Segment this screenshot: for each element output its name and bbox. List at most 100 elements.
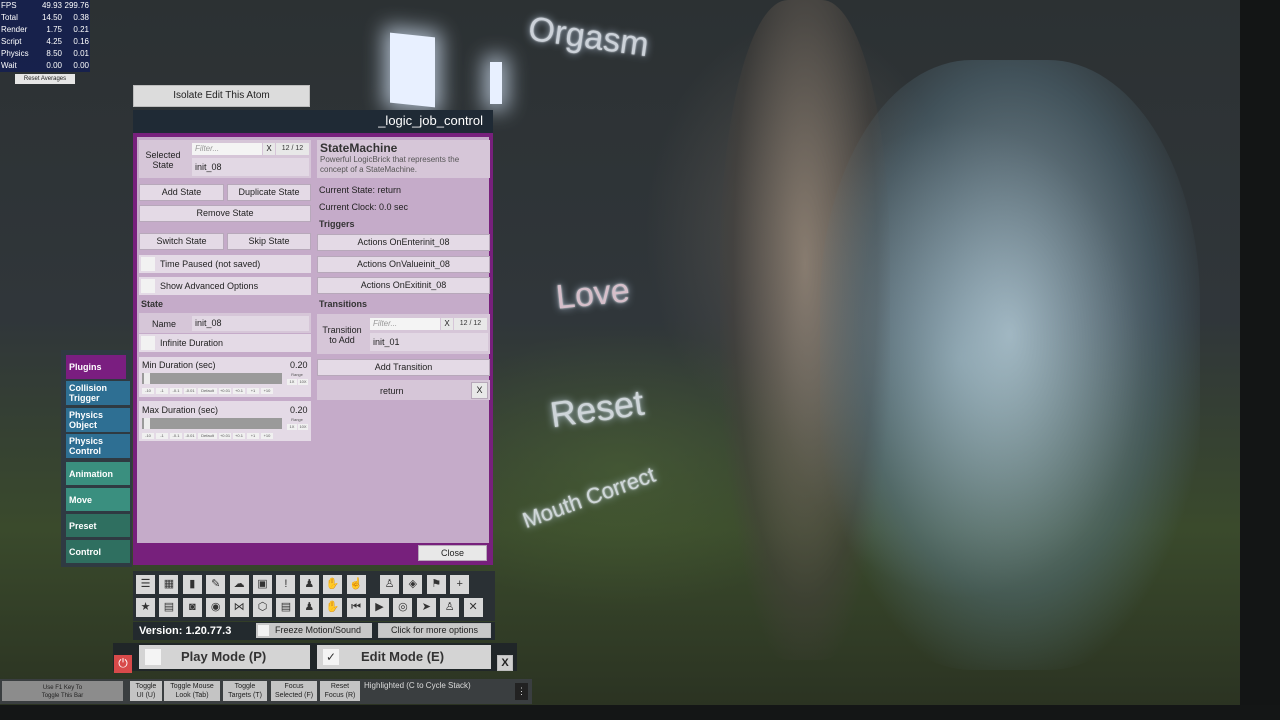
checkbox[interactable] <box>141 336 155 350</box>
slider-step-button[interactable]: +0.1 <box>233 388 245 394</box>
range-multiplier-button[interactable]: 1X <box>287 424 297 430</box>
slider-step-button[interactable]: +0.01 <box>219 433 231 439</box>
focus-selected-button[interactable]: Focus Selected (F) <box>271 681 317 701</box>
remove-transition-button[interactable]: X <box>471 382 488 399</box>
person-settings-icon[interactable]: ♟ <box>299 598 319 617</box>
user-icon[interactable]: ♙ <box>380 575 399 594</box>
package-icon[interactable]: ⬡ <box>253 598 272 617</box>
close-ui-button[interactable]: X <box>497 655 513 671</box>
checkbox[interactable] <box>258 625 269 636</box>
checkbox[interactable]: ✓ <box>323 649 339 665</box>
document-icon[interactable]: ▤ <box>276 598 296 617</box>
unity-icon[interactable]: ◈ <box>403 575 423 594</box>
slider-step-button[interactable]: +10 <box>261 433 273 439</box>
screenshot-icon[interactable]: ◙ <box>182 598 202 617</box>
info-icon[interactable]: ! <box>276 575 296 594</box>
tools-icon[interactable]: ✕ <box>463 598 483 617</box>
state-filter-input[interactable]: Filter... <box>192 143 262 155</box>
slider-step-button[interactable]: +0.01 <box>219 388 231 394</box>
delete-icon[interactable]: ✎ <box>206 575 226 594</box>
add-state-button[interactable]: Add State <box>139 184 224 201</box>
scene-icon[interactable]: ▦ <box>159 575 179 594</box>
time-paused-toggle[interactable]: Time Paused (not saved) <box>139 255 311 273</box>
slider-step-button[interactable]: +1 <box>247 388 259 394</box>
freeze-motion-toggle[interactable]: Freeze Motion/Sound <box>256 623 372 638</box>
range-multiplier-button[interactable]: 10X <box>298 424 308 430</box>
cloud-icon[interactable]: ☁ <box>229 575 249 594</box>
person-icon[interactable]: ♟ <box>299 575 319 594</box>
transition-filter-clear-button[interactable]: X <box>441 318 453 330</box>
selected-state-dropdown[interactable]: init_08 <box>192 158 309 176</box>
actions-onvalue-button[interactable]: Actions OnValueinit_08 <box>317 256 490 273</box>
tab-control[interactable]: Control <box>66 540 130 563</box>
box-icon[interactable]: ▣ <box>253 575 272 594</box>
play-mode-button[interactable]: Play Mode (P) <box>139 645 310 669</box>
folder-icon[interactable]: ▮ <box>182 575 202 594</box>
camera-icon[interactable]: ◉ <box>206 598 226 617</box>
tab-physics-control[interactable]: Physics Control <box>66 434 130 458</box>
min-duration-knob[interactable] <box>144 373 150 384</box>
slider-step-button[interactable]: -0.1 <box>170 388 182 394</box>
tab-preset[interactable]: Preset <box>66 514 130 537</box>
nodes-icon[interactable]: ⋈ <box>229 598 249 617</box>
tab-plugins[interactable]: Plugins <box>66 355 126 379</box>
slider-step-button[interactable]: Default <box>198 388 217 394</box>
slider-step-button[interactable]: -10 <box>142 388 154 394</box>
more-menu-icon[interactable]: ⋮ <box>515 683 528 700</box>
hand-icon[interactable]: ✋ <box>323 575 343 594</box>
hand-settings-icon[interactable]: ✋ <box>323 598 343 617</box>
plus-icon[interactable]: + <box>450 575 470 594</box>
tab-move[interactable]: Move <box>66 488 130 511</box>
slider-step-button[interactable]: +0.1 <box>233 433 245 439</box>
state-filter-clear-button[interactable]: X <box>263 143 275 155</box>
skip-back-icon[interactable]: ⏮ <box>346 598 366 617</box>
slider-step-button[interactable]: -1 <box>156 433 168 439</box>
star-icon[interactable]: ★ <box>136 598 155 617</box>
close-panel-button[interactable]: Close <box>418 545 487 561</box>
tab-animation[interactable]: Animation <box>66 462 130 485</box>
max-duration-knob[interactable] <box>144 418 150 429</box>
actions-onexit-button[interactable]: Actions OnExitinit_08 <box>317 277 490 294</box>
toggle-ui-button[interactable]: Toggle UI (U) <box>130 681 162 701</box>
skip-state-button[interactable]: Skip State <box>227 233 311 250</box>
infinite-duration-toggle[interactable]: Infinite Duration <box>139 334 311 352</box>
slider-step-button[interactable]: Default <box>198 433 217 439</box>
power-icon[interactable]: ⏻ <box>114 655 132 673</box>
toggle-mouse-look-button[interactable]: Toggle Mouse Look (Tab) <box>164 681 220 701</box>
checkbox[interactable] <box>145 649 161 665</box>
duplicate-state-button[interactable]: Duplicate State <box>227 184 311 201</box>
slider-step-button[interactable]: -0.01 <box>184 388 196 394</box>
cursor-icon[interactable]: ➤ <box>416 598 436 617</box>
checkbox[interactable] <box>141 257 155 271</box>
hand-pointer-icon[interactable]: ☝ <box>346 575 366 594</box>
actions-onenter-button[interactable]: Actions OnEnterinit_08 <box>317 234 490 251</box>
range-multiplier-button[interactable]: 1X <box>287 379 297 385</box>
isolate-edit-atom-button[interactable]: Isolate Edit This Atom <box>133 85 310 107</box>
state-name-input[interactable]: init_08 <box>192 316 309 331</box>
checkbox[interactable] <box>141 279 155 293</box>
target-icon[interactable]: ◎ <box>393 598 413 617</box>
play-icon[interactable]: ▶ <box>370 598 389 617</box>
users-icon[interactable]: ♙ <box>440 598 460 617</box>
min-duration-track[interactable] <box>142 373 282 384</box>
reset-focus-button[interactable]: Reset Focus (R) <box>320 681 360 701</box>
remove-state-button[interactable]: Remove State <box>139 205 311 222</box>
switch-state-button[interactable]: Switch State <box>139 233 224 250</box>
max-duration-track[interactable] <box>142 418 282 429</box>
flag-icon[interactable]: ⚑ <box>426 575 446 594</box>
slider-step-button[interactable]: -1 <box>156 388 168 394</box>
range-multiplier-button[interactable]: 10X <box>298 379 308 385</box>
transition-to-add-dropdown[interactable]: init_01 <box>370 333 488 351</box>
menu-icon[interactable]: ☰ <box>136 575 155 594</box>
more-options-button[interactable]: Click for more options <box>378 623 491 638</box>
slider-step-button[interactable]: +1 <box>247 433 259 439</box>
edit-scene-icon[interactable]: ▤ <box>159 598 179 617</box>
slider-step-button[interactable]: +10 <box>261 388 273 394</box>
show-advanced-toggle[interactable]: Show Advanced Options <box>139 277 311 295</box>
add-transition-button[interactable]: Add Transition <box>317 359 490 376</box>
slider-step-button[interactable]: -10 <box>142 433 154 439</box>
slider-step-button[interactable]: -0.1 <box>170 433 182 439</box>
tab-physics-object[interactable]: Physics Object <box>66 408 130 432</box>
reset-averages-button[interactable]: Reset Averages <box>15 74 75 84</box>
slider-step-button[interactable]: -0.01 <box>184 433 196 439</box>
